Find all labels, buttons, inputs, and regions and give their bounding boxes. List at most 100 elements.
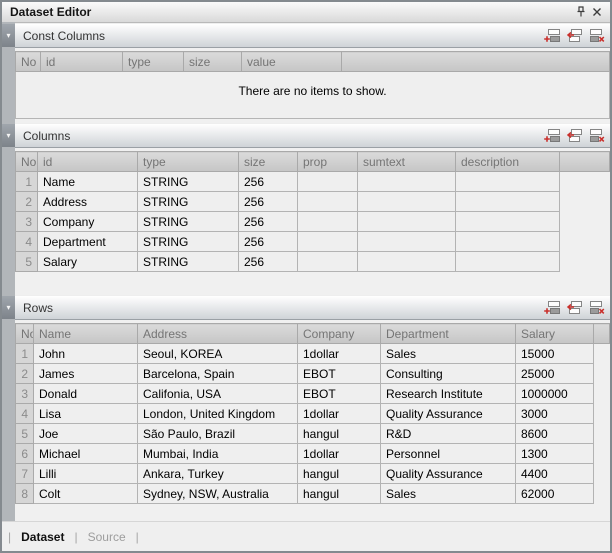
data-cell[interactable]: Department <box>38 232 138 252</box>
data-cell[interactable]: hangul <box>298 424 381 444</box>
column-header-company[interactable]: Company <box>298 324 381 344</box>
data-cell[interactable]: Research Institute <box>381 384 516 404</box>
insert-row-arrow-icon[interactable] <box>566 128 583 143</box>
data-cell[interactable]: 4400 <box>516 464 594 484</box>
data-cell[interactable]: hangul <box>298 484 381 504</box>
row-number-cell[interactable]: 3 <box>16 212 38 232</box>
column-header-department[interactable]: Department <box>381 324 516 344</box>
column-header-address[interactable]: Address <box>138 324 298 344</box>
data-cell[interactable]: 1dollar <box>298 344 381 364</box>
delete-row-icon[interactable] <box>588 128 605 143</box>
column-header-prop[interactable]: prop <box>298 152 358 172</box>
data-cell[interactable]: James <box>34 364 138 384</box>
data-cell[interactable]: Seoul, KOREA <box>138 344 298 364</box>
data-cell[interactable]: 3000 <box>516 404 594 424</box>
row-number-cell[interactable]: 6 <box>16 444 34 464</box>
row-number-cell[interactable]: 1 <box>16 172 38 192</box>
add-row-icon[interactable] <box>544 300 561 315</box>
data-cell[interactable]: Sydney, NSW, Australia <box>138 484 298 504</box>
data-cell[interactable] <box>456 172 560 192</box>
data-cell[interactable] <box>456 232 560 252</box>
insert-row-arrow-icon[interactable] <box>566 28 583 43</box>
data-cell[interactable]: John <box>34 344 138 364</box>
row-number-cell[interactable]: 5 <box>16 424 34 444</box>
tab-source[interactable]: Source <box>88 530 126 544</box>
data-cell[interactable] <box>358 192 456 212</box>
data-cell[interactable]: Company <box>38 212 138 232</box>
data-cell[interactable]: 256 <box>239 172 298 192</box>
column-header-salary[interactable]: Salary <box>516 324 594 344</box>
row-number-cell[interactable]: 4 <box>16 404 34 424</box>
row-number-cell[interactable]: 2 <box>16 192 38 212</box>
data-cell[interactable]: 256 <box>239 192 298 212</box>
data-cell[interactable] <box>358 172 456 192</box>
tab-dataset[interactable]: Dataset <box>21 530 64 544</box>
column-header-id[interactable]: id <box>38 152 138 172</box>
data-cell[interactable]: Personnel <box>381 444 516 464</box>
data-cell[interactable]: 8600 <box>516 424 594 444</box>
data-cell[interactable]: hangul <box>298 464 381 484</box>
data-cell[interactable]: Sales <box>381 484 516 504</box>
data-cell[interactable]: Lisa <box>34 404 138 424</box>
data-cell[interactable]: Barcelona, Spain <box>138 364 298 384</box>
data-cell[interactable] <box>358 252 456 272</box>
data-cell[interactable]: 256 <box>239 232 298 252</box>
data-cell[interactable]: Sales <box>381 344 516 364</box>
data-cell[interactable]: Consulting <box>381 364 516 384</box>
data-cell[interactable]: Salary <box>38 252 138 272</box>
data-cell[interactable]: Address <box>38 192 138 212</box>
data-cell[interactable]: R&D <box>381 424 516 444</box>
close-icon[interactable] <box>589 4 605 20</box>
data-cell[interactable]: EBOT <box>298 364 381 384</box>
data-cell[interactable]: São Paulo, Brazil <box>138 424 298 444</box>
column-header-name[interactable]: Name <box>34 324 138 344</box>
column-header-size[interactable]: size <box>184 52 242 72</box>
data-cell[interactable]: 1dollar <box>298 444 381 464</box>
data-cell[interactable] <box>456 252 560 272</box>
data-cell[interactable]: STRING <box>138 172 239 192</box>
data-cell[interactable] <box>298 172 358 192</box>
data-cell[interactable]: 15000 <box>516 344 594 364</box>
data-cell[interactable]: Califonia, USA <box>138 384 298 404</box>
data-cell[interactable]: STRING <box>138 252 239 272</box>
row-number-cell[interactable]: 2 <box>16 364 34 384</box>
delete-row-icon[interactable] <box>588 300 605 315</box>
data-cell[interactable]: 1000000 <box>516 384 594 404</box>
data-cell[interactable]: London, United Kingdom <box>138 404 298 424</box>
data-cell[interactable] <box>298 212 358 232</box>
column-header-id[interactable]: id <box>41 52 123 72</box>
data-cell[interactable]: STRING <box>138 212 239 232</box>
insert-row-arrow-icon[interactable] <box>566 300 583 315</box>
data-cell[interactable]: STRING <box>138 192 239 212</box>
data-cell[interactable]: Name <box>38 172 138 192</box>
data-cell[interactable]: 256 <box>239 252 298 272</box>
data-cell[interactable]: 1dollar <box>298 404 381 424</box>
data-cell[interactable]: Colt <box>34 484 138 504</box>
row-number-cell[interactable]: 8 <box>16 484 34 504</box>
add-row-icon[interactable] <box>544 128 561 143</box>
data-cell[interactable]: Ankara, Turkey <box>138 464 298 484</box>
data-cell[interactable] <box>298 232 358 252</box>
data-cell[interactable] <box>298 192 358 212</box>
data-cell[interactable] <box>456 192 560 212</box>
chevron-down-icon[interactable]: ▾ <box>2 296 15 319</box>
row-number-cell[interactable]: 3 <box>16 384 34 404</box>
chevron-down-icon[interactable]: ▾ <box>2 24 15 47</box>
row-number-cell[interactable]: 5 <box>16 252 38 272</box>
data-cell[interactable]: Joe <box>34 424 138 444</box>
data-cell[interactable]: 62000 <box>516 484 594 504</box>
data-cell[interactable] <box>298 252 358 272</box>
column-header-sumtext[interactable]: sumtext <box>358 152 456 172</box>
data-cell[interactable]: Quality Assurance <box>381 404 516 424</box>
data-cell[interactable]: Lilli <box>34 464 138 484</box>
data-cell[interactable]: EBOT <box>298 384 381 404</box>
pin-icon[interactable] <box>573 4 589 20</box>
chevron-down-icon[interactable]: ▾ <box>2 124 15 147</box>
column-header-description[interactable]: description <box>456 152 560 172</box>
column-header-type[interactable]: type <box>138 152 239 172</box>
row-number-cell[interactable]: 7 <box>16 464 34 484</box>
add-row-icon[interactable] <box>544 28 561 43</box>
row-number-cell[interactable]: 1 <box>16 344 34 364</box>
data-cell[interactable]: Donald <box>34 384 138 404</box>
column-header-size[interactable]: size <box>239 152 298 172</box>
